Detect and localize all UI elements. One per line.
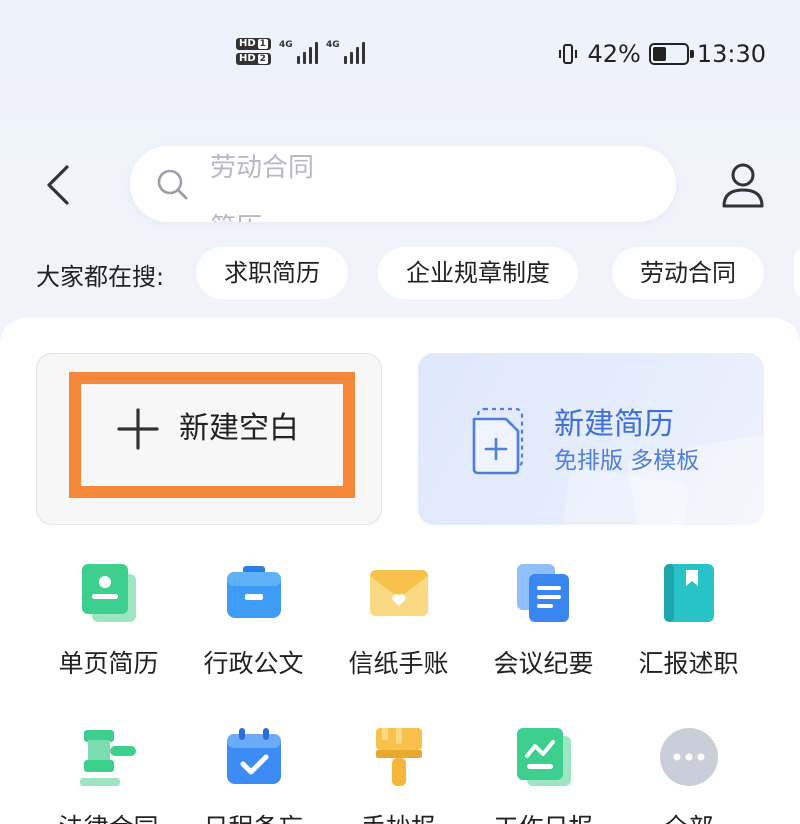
template-legal-contract[interactable]: 法律合同 bbox=[36, 726, 181, 824]
sim1-hd-badge: HD 1 bbox=[236, 38, 271, 50]
search-suggestion: 劳动合同 bbox=[210, 153, 315, 183]
signal-2-icon: 4G bbox=[326, 40, 365, 64]
vibrate-icon bbox=[559, 44, 578, 64]
template-label: 信纸手账 bbox=[348, 649, 449, 678]
template-label: 会议纪要 bbox=[493, 649, 594, 678]
template-label: 手抄报 bbox=[326, 808, 471, 824]
sim-indicators: HD 1 HD 2 4G 4G bbox=[236, 38, 365, 65]
search-suggestion-scroll: 劳动合同 简历 bbox=[210, 146, 314, 222]
calendar-check-icon bbox=[227, 728, 281, 784]
template-label: 单页简历 bbox=[58, 649, 159, 678]
clock: 13:30 bbox=[696, 40, 766, 68]
template-schedule-memo[interactable]: 日程备忘 bbox=[181, 726, 326, 824]
new-blank-label: 新建空白 bbox=[179, 411, 299, 446]
plus-icon bbox=[117, 408, 159, 450]
hot-chip[interactable]: 企业规章制度 bbox=[378, 247, 578, 299]
template-meeting-minutes[interactable]: 会议纪要 bbox=[471, 562, 616, 692]
template-label: 法律合同 bbox=[36, 808, 181, 824]
template-handwritten-poster[interactable]: 手抄报 bbox=[326, 726, 471, 824]
search-suggestion: 简历 bbox=[210, 198, 314, 222]
resume-page-icon bbox=[82, 564, 136, 622]
chevron-left-icon bbox=[47, 165, 69, 205]
report-chart-icon bbox=[517, 728, 571, 786]
profile-button[interactable] bbox=[718, 160, 768, 212]
template-label: 全部 bbox=[616, 808, 761, 824]
paintbrush-icon bbox=[376, 728, 422, 786]
document-stack-icon bbox=[517, 564, 569, 622]
template-label: 行政公文 bbox=[203, 649, 304, 678]
search-input[interactable]: 劳动合同 简历 bbox=[130, 146, 676, 222]
new-blank-button[interactable]: 新建空白 bbox=[36, 353, 382, 525]
template-label: 工作日报 bbox=[471, 808, 616, 824]
template-all[interactable]: 全部 bbox=[616, 726, 761, 824]
battery-icon bbox=[648, 43, 694, 65]
new-resume-subtitle: 免排版 多模板 bbox=[554, 448, 700, 474]
hot-search-row: 大家都在搜: 求职简历 企业规章制度 劳动合同 bbox=[0, 247, 800, 299]
envelope-heart-icon bbox=[370, 570, 428, 616]
hot-chip-overflow[interactable] bbox=[794, 247, 800, 299]
gavel-icon bbox=[80, 730, 136, 786]
user-icon bbox=[722, 163, 764, 208]
bookmark-book-icon bbox=[664, 564, 714, 622]
template-administrative-document[interactable]: 行政公文 bbox=[181, 562, 326, 692]
new-resume-button[interactable]: 新建简历 免排版 多模板 bbox=[418, 353, 764, 525]
hot-chip[interactable]: 劳动合同 bbox=[612, 247, 764, 299]
template-label: 汇报述职 bbox=[638, 649, 739, 678]
status-bar: HD 1 HD 2 4G 4G 42% 13:30 bbox=[0, 0, 800, 110]
template-letter-journal[interactable]: 信纸手账 bbox=[326, 562, 471, 692]
more-icon bbox=[660, 728, 718, 786]
back-button[interactable] bbox=[38, 160, 78, 210]
signal-1-icon: 4G bbox=[279, 40, 318, 64]
hot-chip[interactable]: 求职简历 bbox=[196, 247, 348, 299]
new-document-icon bbox=[472, 407, 524, 475]
template-work-report[interactable]: 汇报述职 bbox=[616, 562, 761, 692]
briefcase-icon bbox=[227, 566, 281, 618]
hot-search-label: 大家都在搜: bbox=[36, 263, 165, 291]
template-daily-report[interactable]: 工作日报 bbox=[471, 726, 616, 824]
search-icon bbox=[157, 169, 188, 200]
battery-percent: 42% bbox=[587, 40, 641, 68]
template-label: 日程备忘 bbox=[181, 808, 326, 824]
sim2-hd-badge: HD 2 bbox=[236, 53, 271, 65]
new-resume-title: 新建简历 bbox=[554, 407, 674, 442]
template-single-page-resume[interactable]: 单页简历 bbox=[36, 562, 181, 692]
